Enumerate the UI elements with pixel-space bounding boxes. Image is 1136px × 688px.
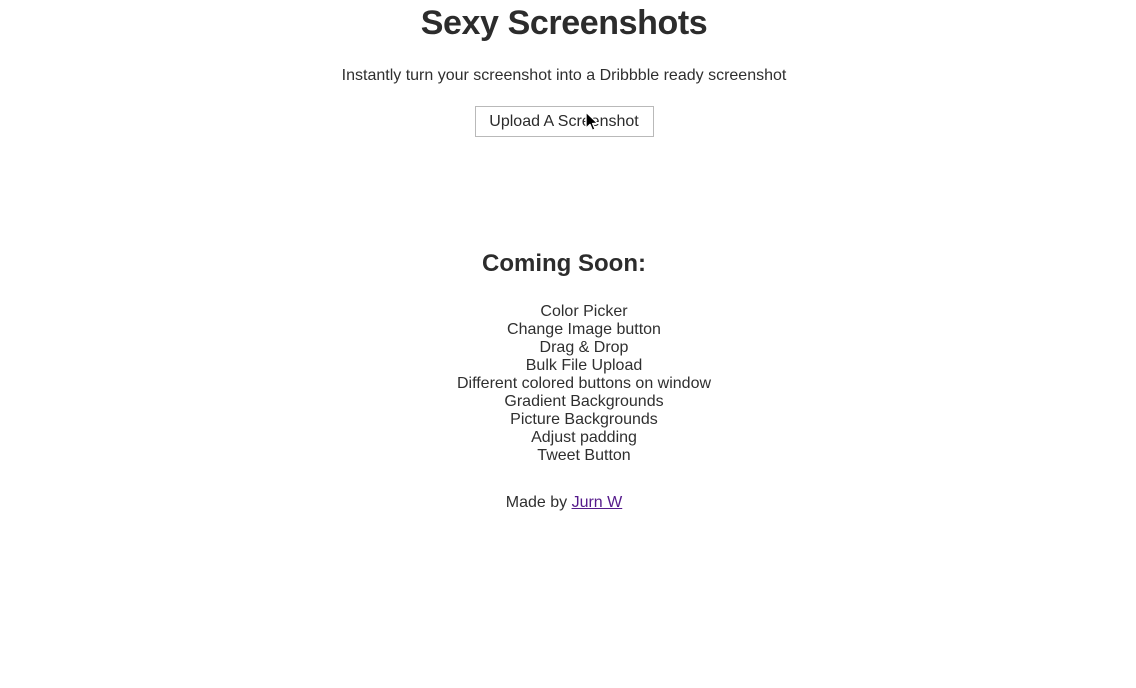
list-item: Tweet Button (537, 447, 631, 464)
upload-button-container: Upload A Screenshot (0, 86, 1128, 137)
coming-soon-section: Coming Soon: Color Picker Change Image b… (0, 249, 1128, 465)
list-item: Bulk File Upload (525, 357, 643, 374)
list-item: Color Picker (540, 303, 628, 320)
footer-credit: Made by Jurn W (0, 493, 1128, 513)
list-item: Picture Backgrounds (510, 411, 658, 428)
list-item: Drag & Drop (539, 339, 629, 356)
feature-list: Color Picker Change Image button Drag & … (0, 279, 1128, 465)
list-item: Change Image button (507, 321, 661, 338)
list-item: Different colored buttons on window (456, 375, 712, 392)
upload-screenshot-button[interactable]: Upload A Screenshot (474, 106, 654, 137)
tagline: Instantly turn your screenshot into a Dr… (341, 67, 787, 84)
author-link[interactable]: Jurn W (572, 494, 623, 511)
hero-section: Sexy Screenshots Instantly turn your scr… (0, 0, 1128, 137)
page-title: Sexy Screenshots (420, 4, 708, 42)
coming-soon-heading: Coming Soon: (482, 250, 646, 277)
page-root: Sexy Screenshots Instantly turn your scr… (0, 0, 1136, 688)
made-by-label: Made by (505, 494, 572, 511)
list-item: Adjust padding (531, 429, 637, 446)
list-item: Gradient Backgrounds (504, 393, 664, 410)
